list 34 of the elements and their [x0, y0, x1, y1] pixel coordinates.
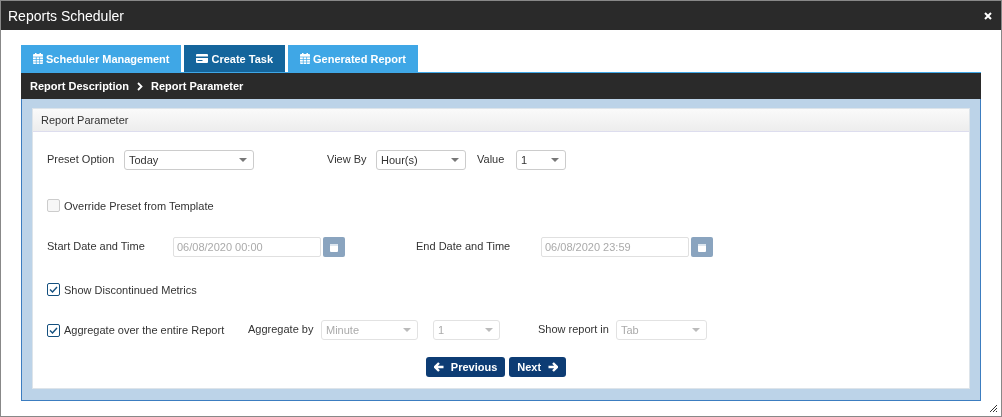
- tab[interactable]: Create Task: [184, 45, 286, 72]
- preset-dropdown[interactable]: Today: [124, 150, 254, 170]
- view-by-dropdown[interactable]: Hour(s): [376, 150, 466, 170]
- calendar-icon: [698, 242, 706, 252]
- checkbox-label: Override Preset from Template: [64, 199, 214, 212]
- checkbox[interactable]: [47, 283, 60, 296]
- field-label: Preset Option: [47, 152, 116, 165]
- field-label: View By: [327, 152, 368, 165]
- window-title: Reports Scheduler: [8, 7, 124, 24]
- panel-title: Report Parameter: [41, 114, 129, 126]
- left-arrow-icon: [433, 362, 444, 372]
- field-label: End Date and Time: [416, 239, 512, 252]
- calendar-button[interactable]: [323, 237, 345, 257]
- field-label: Aggregate by: [248, 322, 315, 335]
- resize-grip-icon[interactable]: [989, 404, 998, 413]
- next-button[interactable]: Next: [509, 357, 567, 377]
- checkbox-label: Show Discontinued Metrics: [64, 283, 197, 296]
- calendar-icon: [300, 53, 311, 64]
- right-arrow-icon: [548, 362, 559, 372]
- calendar-icon: [33, 53, 43, 64]
- checkbox-label: Aggregate over the entire Report: [64, 324, 226, 336]
- close-icon[interactable]: [984, 11, 992, 20]
- breadcrumb-item[interactable]: Report Description: [30, 80, 129, 92]
- value-dropdown[interactable]: 1: [516, 150, 566, 170]
- field-label: Start Date and Time: [47, 239, 146, 252]
- checkbox[interactable]: [47, 323, 60, 337]
- chevron-icon: [137, 81, 143, 91]
- breadcrumb-item[interactable]: Report Parameter: [151, 80, 244, 92]
- card-icon: [196, 54, 209, 63]
- calendar-button[interactable]: [691, 237, 713, 257]
- calendar-icon: [330, 242, 338, 252]
- field-label: Value: [477, 152, 506, 165]
- field-label: Show report in: [538, 322, 610, 335]
- previous-button[interactable]: Previous: [425, 357, 506, 377]
